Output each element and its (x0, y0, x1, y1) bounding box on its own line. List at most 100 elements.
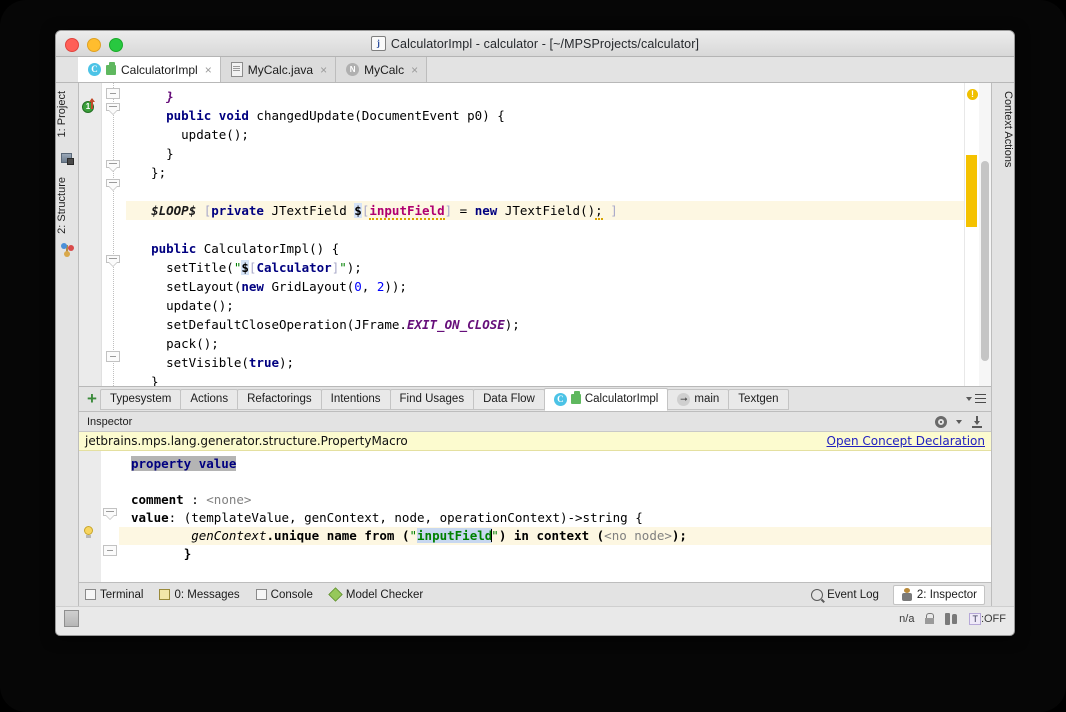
code-line[interactable]: setVisible(true); (126, 353, 964, 372)
tab-refactorings[interactable]: Refactorings (237, 388, 322, 410)
code-line[interactable]: } (126, 372, 964, 386)
inspector-panel[interactable]: property value comment : <none> value: (… (79, 451, 991, 582)
tab-textgen[interactable]: Textgen (728, 388, 789, 410)
code-line[interactable]: update(); (126, 125, 964, 144)
tab-typesystem[interactable]: Typesystem (100, 388, 182, 410)
maximize-button[interactable] (109, 38, 123, 52)
inspector-line-body[interactable]: genContext.unique name from ("inputField… (119, 527, 991, 545)
fold-marker[interactable] (106, 103, 120, 116)
editor-tab-mycalc-java[interactable]: MyCalc.java × (220, 57, 337, 82)
warning-icon[interactable]: ! (967, 89, 978, 100)
code-line[interactable]: setTitle("$[Calculator]"); (126, 258, 964, 277)
typing-toggle[interactable]: T:OFF (969, 612, 1006, 625)
hide-icon[interactable] (971, 415, 983, 428)
close-icon[interactable]: × (320, 64, 327, 76)
sidebar-item-context-actions[interactable]: Context Actions (992, 87, 1014, 171)
editor-scrollbar[interactable] (979, 83, 991, 386)
close-icon[interactable]: × (411, 64, 418, 76)
fold-marker[interactable] (103, 508, 117, 521)
code-line[interactable]: }; (126, 163, 964, 182)
scrollbar-thumb[interactable] (981, 161, 989, 361)
sidebar-item-project[interactable]: 1: Project (56, 87, 78, 141)
fold-marker[interactable] (106, 160, 120, 173)
inspector-line-value[interactable]: value: (templateValue, genContext, node,… (119, 509, 991, 527)
editor-tab-strip[interactable]: C CalculatorImpl × MyCalc.java × N MyCal… (56, 57, 1014, 83)
mps-application-window: j CalculatorImpl - calculator - [~/MPSPr… (55, 30, 1015, 636)
inspector-code-area[interactable]: property value comment : <none> value: (… (119, 451, 991, 582)
add-tab-button[interactable]: + (83, 390, 101, 407)
power-icon[interactable] (945, 612, 958, 625)
bottom-item-model-checker[interactable]: Model Checker (328, 587, 423, 602)
code-editor[interactable]: 1} public void changedUpdate(DocumentEv… (79, 83, 991, 387)
lock-icon[interactable] (925, 613, 935, 624)
selected-name-literal[interactable]: inputField (417, 528, 493, 543)
tab-calculatorimpl[interactable]: C CalculatorImpl (543, 387, 669, 411)
no-node-token[interactable]: <no node> (604, 528, 672, 543)
sidebar-item-structure[interactable]: 2: Structure (56, 173, 78, 238)
editor-tab-mycalc[interactable]: N MyCalc × (336, 57, 428, 82)
minimize-button[interactable] (87, 38, 101, 52)
inspector-title: Inspector (87, 415, 133, 428)
bottom-tool-bar[interactable]: Terminal 0: Messages Console Model Check… (79, 582, 991, 606)
inspector-gutter[interactable] (79, 451, 101, 582)
right-tool-strip[interactable]: Context Actions (991, 83, 1014, 606)
code-line[interactable]: } (126, 144, 964, 163)
bottom-item-console[interactable]: Console (255, 589, 313, 601)
code-line-loop-macro[interactable]: $LOOP$ [private JTextField $[inputField]… (126, 201, 964, 220)
editor-tab-calculatorimpl[interactable]: C CalculatorImpl × (78, 57, 221, 82)
error-marker-icon[interactable]: 1 (82, 98, 95, 113)
code-line[interactable]: public void changedUpdate(DocumentEvent … (126, 106, 964, 125)
code-line[interactable]: pack(); (126, 334, 964, 353)
encoding-label[interactable]: n/a (899, 613, 914, 625)
code-line[interactable]: update(); (126, 296, 964, 315)
warning-band[interactable] (966, 215, 977, 224)
sidebar-item-label: 2: Structure (56, 177, 68, 234)
code-line[interactable]: } (126, 87, 964, 106)
bottom-item-event-log[interactable]: Event Log (811, 588, 879, 601)
code-line[interactable]: setDefaultCloseOperation(JFrame.EXIT_ON_… (126, 315, 964, 334)
code-text-area[interactable]: } public void changedUpdate(DocumentEven… (126, 83, 964, 386)
fold-marker[interactable] (106, 255, 120, 268)
inspector-line-comment[interactable]: comment : <none> (119, 491, 991, 509)
code-line[interactable] (126, 220, 964, 239)
open-concept-declaration-link[interactable]: Open Concept Declaration (827, 434, 986, 448)
comment-value[interactable]: <none> (206, 492, 251, 507)
gear-icon[interactable] (935, 415, 947, 428)
tab-intentions[interactable]: Intentions (320, 388, 391, 410)
inspector-line-property[interactable]: property value (119, 455, 991, 473)
bottom-item-inspector[interactable]: 2: Inspector (892, 584, 985, 605)
close-icon[interactable]: × (205, 64, 212, 76)
left-tool-strip[interactable]: 1: Project 2: Structure (56, 83, 79, 606)
tab-main[interactable]: ➞ main (667, 388, 730, 410)
tab-actions[interactable]: Actions (180, 388, 239, 410)
bottom-item-messages[interactable]: 0: Messages (159, 589, 240, 601)
code-line[interactable]: setLayout(new GridLayout(0, 2)); (126, 277, 964, 296)
editor-gutter[interactable]: 1 (79, 83, 102, 386)
tab-find-usages[interactable]: Find Usages (389, 388, 475, 410)
intention-bulb-icon[interactable] (83, 526, 94, 539)
editor-marker-column[interactable]: ! (964, 83, 979, 386)
close-button[interactable] (65, 38, 79, 52)
list-dropdown-icon[interactable] (975, 393, 987, 405)
line-end-token: ); (671, 528, 687, 543)
code-line[interactable]: public CalculatorImpl() { (126, 239, 964, 258)
fold-marker[interactable] (103, 545, 117, 556)
desktop-background: j CalculatorImpl - calculator - [~/MPSPr… (0, 0, 1066, 712)
code-line[interactable] (126, 182, 964, 201)
window-controls[interactable] (65, 38, 123, 52)
tab-data-flow[interactable]: Data Flow (473, 388, 545, 410)
tool-tab-overflow[interactable] (966, 393, 991, 405)
chevron-down-icon[interactable] (966, 397, 972, 401)
tool-tab-bar[interactable]: + Typesystem Actions Refactorings Intent… (79, 387, 991, 412)
bottom-item-terminal[interactable]: Terminal (85, 589, 143, 601)
inspector-fold-column[interactable] (101, 451, 119, 582)
fold-marker[interactable] (106, 179, 120, 192)
memory-indicator-icon[interactable] (64, 610, 79, 627)
tab-label: Textgen (738, 393, 779, 405)
inspector-line-close[interactable]: } (119, 545, 991, 563)
editor-fold-column[interactable] (102, 83, 126, 386)
fold-marker[interactable] (106, 351, 120, 362)
fold-marker[interactable] (106, 88, 120, 99)
typing-label: T (969, 612, 981, 625)
chevron-down-icon[interactable] (956, 419, 962, 424)
